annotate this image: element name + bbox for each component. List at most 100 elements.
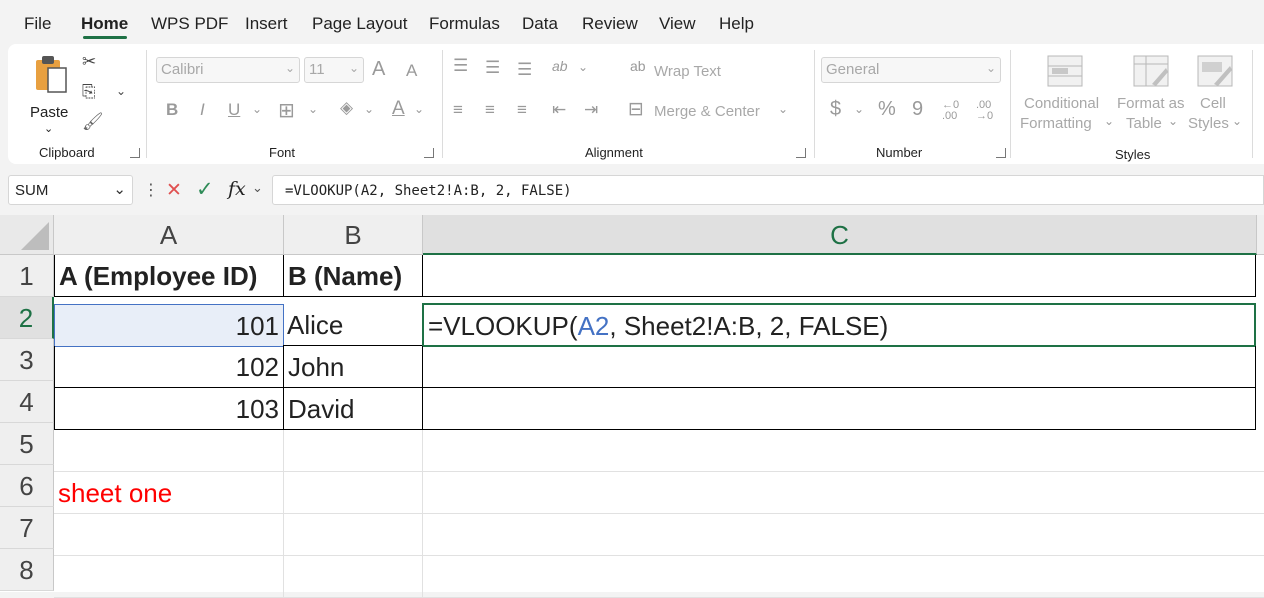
clipboard-launcher-icon[interactable] <box>130 148 140 158</box>
number-format-dropdown[interactable]: General ⌄ <box>821 57 1001 83</box>
cell-b6[interactable] <box>284 472 423 514</box>
increase-indent-icon[interactable]: ⇥ <box>584 100 598 120</box>
cut-icon[interactable]: ✂ <box>82 52 96 72</box>
column-header-d[interactable] <box>1257 215 1264 255</box>
chevron-down-icon[interactable]: ⌄ <box>116 84 126 98</box>
tab-view[interactable]: View <box>659 14 696 34</box>
more-options-icon[interactable]: ⋮ <box>143 180 159 200</box>
italic-button[interactable]: I <box>200 100 205 120</box>
borders-icon[interactable]: ⊞ <box>278 98 295 123</box>
cell-c4[interactable] <box>422 388 1256 430</box>
cell-a4[interactable]: 103 <box>54 388 284 430</box>
format-as-table-button[interactable]: Format as Table ⌄ <box>1114 52 1194 138</box>
cell-a2[interactable]: 101 <box>54 304 284 347</box>
tab-data[interactable]: Data <box>522 14 558 34</box>
align-middle-icon[interactable]: ☰ <box>485 58 500 78</box>
decrease-indent-icon[interactable]: ⇤ <box>552 100 566 120</box>
orientation-icon[interactable]: ab <box>552 58 568 74</box>
bold-button[interactable]: B <box>166 100 178 120</box>
font-color-icon[interactable]: A <box>392 98 405 120</box>
chevron-down-icon[interactable]: ⌄ <box>252 102 262 116</box>
cell-a3[interactable]: 102 <box>54 346 284 388</box>
cell-a6[interactable]: sheet one <box>54 472 284 514</box>
name-box[interactable]: SUM ⌄ <box>8 175 133 205</box>
cell-b3[interactable]: John <box>283 346 423 388</box>
shrink-font-icon[interactable]: A <box>406 61 417 81</box>
cell-b1[interactable]: B (Name) <box>283 255 423 297</box>
paste-button[interactable]: Paste ⌄ <box>26 52 72 135</box>
align-bottom-icon[interactable]: ☰ <box>517 60 532 80</box>
cell-c6[interactable] <box>423 472 1264 514</box>
row-header-7[interactable]: 7 <box>0 507 54 549</box>
chevron-down-icon[interactable]: ⌄ <box>252 180 263 196</box>
cell-c2[interactable]: =VLOOKUP(A2, Sheet2!A:B, 2, FALSE) <box>422 303 1256 347</box>
formula-input[interactable]: =VLOOKUP(A2, Sheet2!A:B, 2, FALSE) <box>272 175 1264 205</box>
cell-b4[interactable]: David <box>283 388 423 430</box>
cell-a5[interactable] <box>54 430 284 472</box>
cell-styles-button[interactable]: Cell Styles ⌄ <box>1186 52 1252 138</box>
format-painter-icon[interactable]: 🖌 <box>82 112 104 132</box>
merge-center-button[interactable]: Merge & Center <box>654 103 760 120</box>
font-name-dropdown[interactable]: Calibri ⌄ <box>156 57 300 83</box>
row-header-2[interactable]: 2 <box>0 297 54 339</box>
chevron-down-icon[interactable]: ⌄ <box>364 102 374 116</box>
tab-home[interactable]: Home <box>81 14 128 34</box>
merge-center-icon[interactable]: ⊟ <box>628 98 644 121</box>
conditional-formatting-button[interactable]: Conditional Formatting ⌄ <box>1020 52 1114 138</box>
insert-function-button[interactable]: fx <box>228 178 246 200</box>
percent-icon[interactable]: % <box>878 98 896 121</box>
font-size-dropdown[interactable]: 11 ⌄ <box>304 57 364 83</box>
font-launcher-icon[interactable] <box>424 148 434 158</box>
alignment-launcher-icon[interactable] <box>796 148 806 158</box>
tab-review[interactable]: Review <box>582 14 638 34</box>
cell-a1[interactable]: A (Employee ID) <box>54 255 284 297</box>
column-header-b[interactable]: B <box>284 215 423 255</box>
cancel-icon[interactable]: ✕ <box>166 179 182 202</box>
select-all-button[interactable] <box>0 215 54 255</box>
grow-font-icon[interactable]: A <box>372 58 385 81</box>
decrease-decimal-icon[interactable]: .00 →0 <box>976 100 1000 122</box>
tab-help[interactable]: Help <box>719 14 754 34</box>
align-center-icon[interactable]: ≡ <box>485 100 495 120</box>
row-header-4[interactable]: 4 <box>0 381 54 423</box>
tab-formulas[interactable]: Formulas <box>429 14 500 34</box>
wrap-text-icon[interactable]: ab <box>630 58 646 74</box>
align-right-icon[interactable]: ≡ <box>517 100 527 120</box>
column-header-c[interactable]: C <box>423 215 1257 255</box>
chevron-down-icon[interactable]: ⌄ <box>854 102 864 116</box>
underline-button[interactable]: U <box>228 100 240 120</box>
cell-b7[interactable] <box>284 514 423 556</box>
cell-c7[interactable] <box>423 514 1264 556</box>
chevron-down-icon[interactable]: ⌄ <box>578 60 588 74</box>
fill-color-icon[interactable]: ◈ <box>340 98 353 118</box>
tab-insert[interactable]: Insert <box>245 14 288 34</box>
increase-decimal-icon[interactable]: ←0 .00 <box>942 100 966 122</box>
align-top-icon[interactable]: ☰ <box>453 56 468 76</box>
tab-file[interactable]: File <box>24 14 51 34</box>
number-launcher-icon[interactable] <box>996 148 1006 158</box>
align-left-icon[interactable]: ≡ <box>453 100 463 120</box>
row-header-6[interactable]: 6 <box>0 465 54 507</box>
cell-a7[interactable] <box>54 514 284 556</box>
comma-style-icon[interactable]: 9 <box>912 98 923 121</box>
copy-icon[interactable]: ⎘ <box>82 82 96 102</box>
chevron-down-icon[interactable]: ⌄ <box>414 102 424 116</box>
cell-b2[interactable]: Alice <box>283 304 423 346</box>
enter-icon[interactable]: ✓ <box>196 177 214 202</box>
currency-icon[interactable]: $ <box>830 98 841 121</box>
row-header-3[interactable]: 3 <box>0 339 54 381</box>
chevron-down-icon[interactable]: ⌄ <box>778 102 788 116</box>
row-header-5[interactable]: 5 <box>0 423 54 465</box>
cell-c1[interactable] <box>422 255 1256 297</box>
cell-c3[interactable] <box>422 346 1256 388</box>
row-header-8[interactable]: 8 <box>0 549 54 591</box>
tab-wps-pdf[interactable]: WPS PDF <box>151 14 228 34</box>
cell-b5[interactable] <box>284 430 423 472</box>
cell-c5[interactable] <box>423 430 1264 472</box>
wrap-text-button[interactable]: Wrap Text <box>654 63 721 80</box>
tab-page-layout[interactable]: Page Layout <box>312 14 407 34</box>
chevron-down-icon: ⌄ <box>113 181 126 198</box>
chevron-down-icon[interactable]: ⌄ <box>308 102 318 116</box>
column-header-a[interactable]: A <box>54 215 284 255</box>
row-header-1[interactable]: 1 <box>0 255 54 297</box>
